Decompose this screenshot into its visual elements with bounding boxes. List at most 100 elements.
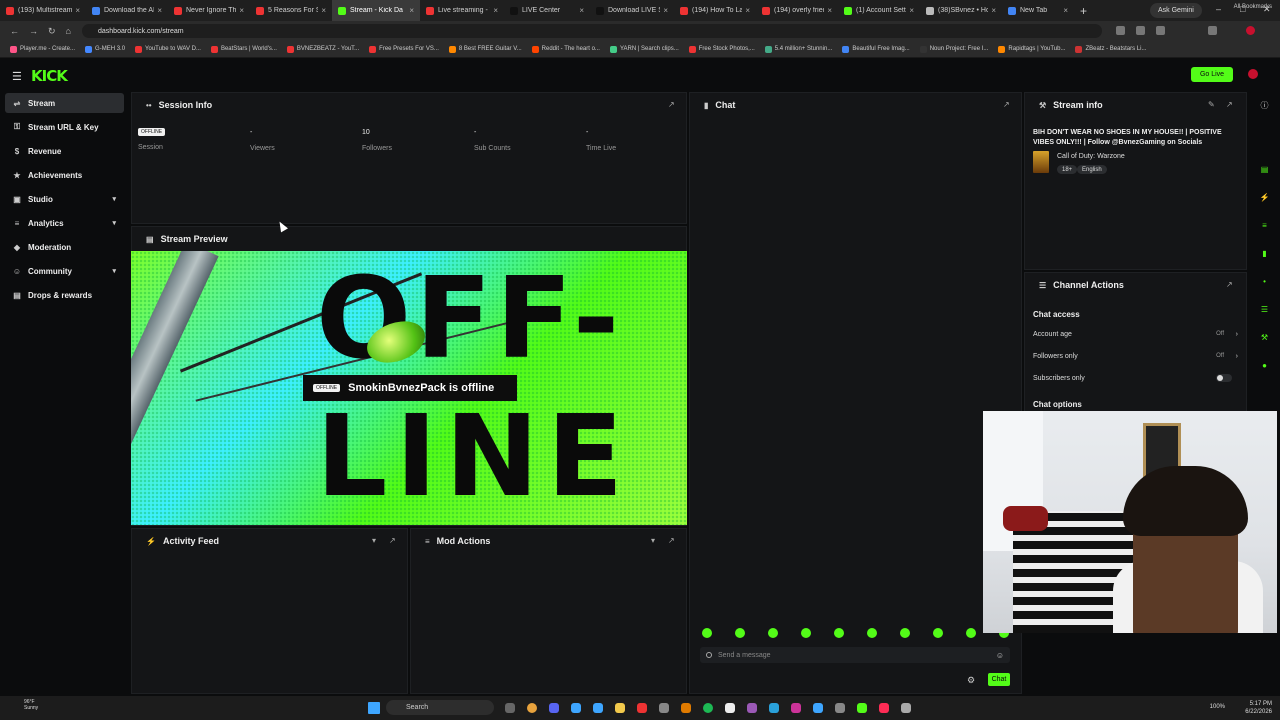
system-tray[interactable]: 100%	[1210, 704, 1225, 710]
popout-icon[interactable]: ↗	[389, 536, 396, 545]
minimize-icon[interactable]: –	[1216, 4, 1221, 14]
app-icon[interactable]	[725, 703, 735, 713]
bookmark-item[interactable]: 8 Best FREE Guitar V...	[448, 45, 522, 53]
emote-icon[interactable]	[966, 628, 976, 638]
gear-icon[interactable]: ⚙	[967, 675, 975, 686]
close-tab-icon[interactable]: ×	[321, 6, 326, 15]
extension-icon[interactable]	[1116, 26, 1125, 35]
sidebar-item-stream[interactable]: ⇌ Stream	[5, 93, 124, 113]
app-icon[interactable]	[813, 703, 823, 713]
close-tab-icon[interactable]: ×	[991, 6, 996, 15]
sidebar-item-studio[interactable]: ▣ Studio ▾	[5, 189, 124, 209]
close-tab-icon[interactable]: ×	[157, 6, 162, 15]
telegram-icon[interactable]	[769, 703, 779, 713]
browser-tab[interactable]: LIVE Center ×	[504, 0, 590, 21]
kick-logo[interactable]: KICK	[31, 67, 68, 85]
popout-icon[interactable]: ↗	[668, 100, 675, 109]
app-icon[interactable]	[835, 703, 845, 713]
list-icon[interactable]: ≡	[1259, 220, 1270, 231]
popout-icon[interactable]: ↗	[1003, 100, 1010, 109]
sidebar-item-achievements[interactable]: ★ Achievements	[5, 165, 124, 185]
browser-tab[interactable]: (194) How To Lay ×	[674, 0, 756, 21]
tiktok-icon[interactable]	[879, 703, 889, 713]
extension-icon[interactable]	[1136, 26, 1145, 35]
sidebar-item-moderation[interactable]: ◆ Moderation	[5, 237, 124, 257]
browser-tab[interactable]: Never Ignore This ×	[168, 0, 250, 21]
close-tab-icon[interactable]: ×	[745, 6, 750, 15]
game-name[interactable]: Call of Duty: Warzone	[1057, 153, 1125, 160]
avatar[interactable]	[1248, 69, 1258, 79]
reload-icon[interactable]: ↻	[48, 26, 56, 37]
bookmark-item[interactable]: Player.me - Create...	[10, 45, 75, 53]
windows-start-icon[interactable]	[368, 702, 380, 714]
close-tab-icon[interactable]: ×	[239, 6, 244, 15]
close-tab-icon[interactable]: ×	[579, 6, 584, 15]
sidebar-item-community[interactable]: ☺ Community ▾	[5, 261, 124, 281]
close-tab-icon[interactable]: ×	[827, 6, 832, 15]
back-icon[interactable]: ←	[10, 26, 19, 36]
users-icon[interactable]: ●	[1259, 360, 1270, 371]
close-tab-icon[interactable]: ×	[663, 6, 668, 15]
forward-icon[interactable]: →	[29, 26, 38, 36]
browser-tab[interactable]: Download LIVE St ×	[590, 0, 674, 21]
popout-icon[interactable]: ↗	[1226, 100, 1233, 109]
bookmark-item[interactable]: Beautiful Free Imag...	[842, 45, 910, 53]
browser-tab[interactable]: 5 Reasons For So×	[250, 0, 332, 21]
emote-icon[interactable]	[834, 628, 844, 638]
sidebar-item-analytics[interactable]: ≡ Analytics ▾	[5, 213, 124, 233]
app-icon[interactable]	[791, 703, 801, 713]
panel-toggle-icon[interactable]: ▤	[1259, 164, 1270, 175]
browser-tab[interactable]: Live streaming - Y ×	[420, 0, 504, 21]
close-tab-icon[interactable]: ×	[493, 6, 498, 15]
account-age-row[interactable]: Account age Off ›	[1033, 331, 1238, 338]
bookmark-item[interactable]: YouTube to WAV D...	[135, 45, 201, 53]
bookmark-item[interactable]: Noun Project: Free I...	[919, 45, 988, 53]
bookmark-item[interactable]: Free Stock Photos,...	[688, 45, 755, 53]
extension-icon[interactable]	[1156, 26, 1165, 35]
close-tab-icon[interactable]: ×	[75, 6, 80, 15]
emote-icon[interactable]	[900, 628, 910, 638]
send-chat-button[interactable]: Chat	[988, 673, 1010, 686]
browser-tab[interactable]: Stream - Kick Da ×	[332, 0, 420, 21]
profile-icon[interactable]	[1246, 26, 1255, 35]
bookmark-item[interactable]: 5.4 million+ Stunnin...	[764, 45, 832, 53]
popout-icon[interactable]: ↗	[668, 536, 675, 545]
filter-icon[interactable]: ▾	[372, 536, 376, 545]
bookmark-item[interactable]: BVNEZBEATZ - YouT...	[286, 45, 359, 53]
broadcast-icon[interactable]: •	[1259, 276, 1270, 287]
new-tab-icon[interactable]: +	[1080, 4, 1087, 18]
close-tab-icon[interactable]: ×	[909, 6, 914, 15]
home-icon[interactable]: ⌂	[66, 26, 71, 36]
bolt-icon[interactable]: ⚡	[1259, 192, 1270, 203]
browser-tab[interactable]: (1) Account Settin ×	[838, 0, 920, 21]
task-view-icon[interactable]	[505, 703, 515, 713]
emote-icon[interactable]	[768, 628, 778, 638]
url-field[interactable]: dashboard.kick.com/stream	[82, 24, 1102, 38]
info-icon[interactable]: ⓘ	[1259, 100, 1270, 111]
download-icon[interactable]	[1208, 26, 1217, 35]
taskbar-clock[interactable]: 5:17 PM 6/22/2026	[1245, 700, 1272, 716]
chrome-icon[interactable]	[527, 703, 537, 713]
browser-tab[interactable]: (38)SBvnez • Ho ×	[920, 0, 1002, 21]
app-icon[interactable]	[571, 703, 581, 713]
app-icon[interactable]	[637, 703, 647, 713]
layers-icon[interactable]: ☰	[1259, 304, 1270, 315]
sidebar-item-revenue[interactable]: $ Revenue	[5, 141, 124, 161]
followers-only-row[interactable]: Followers only Off ›	[1033, 353, 1238, 360]
ask-gemini-button[interactable]: Ask Gemini	[1150, 3, 1202, 18]
bookmark-item[interactable]: Reddit - The heart o...	[531, 45, 600, 53]
edit-icon[interactable]: ✎	[1208, 100, 1215, 109]
chat-message-input[interactable]: Send a message ☺	[700, 647, 1010, 663]
emote-icon[interactable]	[867, 628, 877, 638]
app-icon[interactable]	[681, 703, 691, 713]
filter-icon[interactable]: ▾	[651, 536, 655, 545]
app-icon[interactable]	[747, 703, 757, 713]
emote-icon[interactable]	[933, 628, 943, 638]
sidebar-item-stream-url-key[interactable]: ⚿ Stream URL & Key	[5, 117, 124, 137]
browser-tab[interactable]: Download the AI ×	[86, 0, 168, 21]
spotify-icon[interactable]	[703, 703, 713, 713]
app-icon[interactable]	[659, 703, 669, 713]
bookmark-item[interactable]: Rapidtags | YouTub...	[998, 45, 1065, 53]
browser-tab[interactable]: (194) overly fried ×	[756, 0, 838, 21]
emote-icon[interactable]	[735, 628, 745, 638]
